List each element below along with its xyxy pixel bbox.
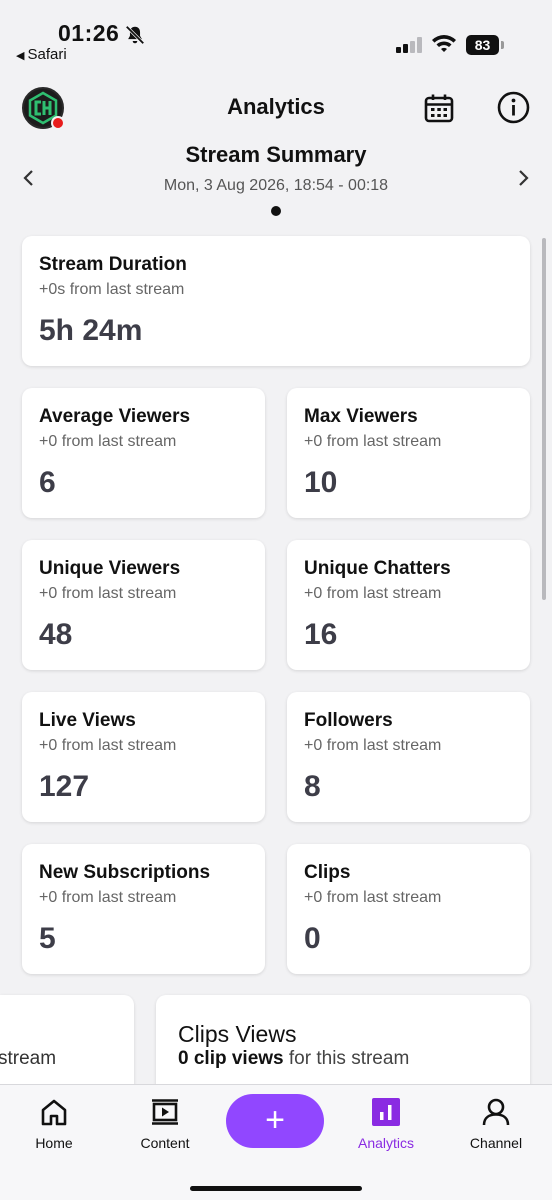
stat-card-unique-viewers[interactable]: Unique Viewers +0 from last stream 48 (22, 540, 265, 670)
bell-off-icon (125, 25, 145, 45)
profile-icon (482, 1098, 510, 1126)
stat-card-change: +0 from last stream (304, 585, 442, 602)
stat-card-new-subscriptions[interactable]: New Subscriptions +0 from last stream 5 (22, 844, 265, 974)
stat-card-title: Stream Duration (39, 254, 187, 275)
stat-card-title: New Subscriptions (39, 862, 211, 883)
nav-content-label: Content (140, 1135, 190, 1151)
screen: 01:26 ◀ Safari 83 Analytics Stream Summa… (0, 0, 552, 1200)
stat-card-change: +0 from last stream (304, 433, 442, 450)
stat-card-value: 48 (39, 618, 73, 651)
home-indicator[interactable] (190, 1186, 362, 1191)
stat-card-value: 16 (304, 618, 338, 651)
stat-card-title: Unique Chatters (304, 558, 451, 579)
stat-card-value: 8 (304, 770, 321, 803)
create-button[interactable]: + (226, 1094, 324, 1148)
stat-card-change: +0 from last stream (39, 737, 177, 754)
stat-card-followers[interactable]: Followers +0 from last stream 8 (287, 692, 530, 822)
stat-card-value: 6 (39, 466, 56, 499)
page-title: Analytics (227, 94, 325, 119)
battery-level: 83 (466, 35, 499, 55)
cell-signal-icon (396, 37, 422, 53)
battery-indicator: 83 (466, 35, 504, 55)
back-triangle-icon: ◀ (16, 50, 25, 62)
stream-summary-title: Stream Summary (185, 142, 367, 167)
highlight-card-sub: stream (0, 1048, 57, 1069)
stat-card-value: 127 (39, 770, 90, 803)
stat-card-change: +0 from last stream (39, 433, 177, 450)
plus-icon: + (265, 1101, 285, 1139)
wifi-icon (432, 35, 456, 52)
calendar-icon[interactable] (423, 92, 455, 124)
scrollbar[interactable] (542, 238, 546, 600)
stat-card-title: Followers (304, 710, 393, 731)
stat-card-value: 5h 24m (39, 314, 143, 347)
nav-home[interactable]: Home (9, 1097, 99, 1157)
stat-card-change: +0 from last stream (304, 889, 442, 906)
stream-summary-date: Mon, 3 Aug 2026, 18:54 - 00:18 (163, 177, 389, 194)
chevron-right-icon[interactable] (514, 168, 532, 188)
battery-tip (501, 41, 504, 49)
clips-views-count: 0 clip views (178, 1048, 284, 1069)
stat-card-value: 0 (304, 922, 321, 955)
stat-card-live-views[interactable]: Live Views +0 from last stream 127 (22, 692, 265, 822)
stat-card-title: Average Viewers (39, 406, 191, 427)
stat-card-average-viewers[interactable]: Average Viewers +0 from last stream 6 (22, 388, 265, 518)
nav-channel[interactable]: Channel (451, 1097, 541, 1157)
nav-analytics-label: Analytics (357, 1135, 415, 1151)
info-icon[interactable] (497, 91, 530, 124)
nav-analytics[interactable]: Analytics (341, 1097, 431, 1157)
status-time: 01:26 (58, 20, 120, 46)
stat-card-clips[interactable]: Clips +0 from last stream 0 (287, 844, 530, 974)
stat-card-stream-duration[interactable]: Stream Duration +0s from last stream 5h … (22, 236, 530, 366)
stat-card-change: +0 from last stream (39, 889, 177, 906)
content-icon (152, 1099, 178, 1125)
page-indicator-dot (271, 206, 281, 216)
stat-card-change: +0 from last stream (304, 737, 442, 754)
clips-views-suffix: for this stream (283, 1048, 410, 1069)
nav-home-label: Home (35, 1135, 73, 1151)
stat-card-max-viewers[interactable]: Max Viewers +0 from last stream 10 (287, 388, 530, 518)
stat-card-value: 5 (39, 922, 56, 955)
stat-card-change: +0s from last stream (39, 281, 185, 298)
bottom-nav: Home Content + Analytics Channel (0, 1084, 552, 1200)
nav-content[interactable]: Content (120, 1097, 210, 1157)
clips-views-title: Clips Views (178, 1021, 297, 1047)
analytics-icon (372, 1098, 400, 1126)
stat-card-unique-chatters[interactable]: Unique Chatters +0 from last stream 16 (287, 540, 530, 670)
stat-card-title: Clips (304, 862, 351, 883)
stat-card-title: Live Views (39, 710, 136, 731)
stat-card-value: 10 (304, 466, 338, 499)
back-app-label: Safari (27, 46, 67, 63)
back-to-app-link[interactable]: ◀ Safari (16, 46, 67, 63)
clips-views-sub: 0 clip views for this stream (178, 1048, 409, 1070)
status-bar: 01:26 ◀ Safari 83 (0, 0, 552, 70)
stat-card-title: Max Viewers (304, 406, 418, 427)
nav-channel-label: Channel (469, 1135, 523, 1151)
home-icon (41, 1099, 67, 1126)
stat-card-change: +0 from last stream (39, 585, 177, 602)
stat-card-title: Unique Viewers (39, 558, 181, 579)
